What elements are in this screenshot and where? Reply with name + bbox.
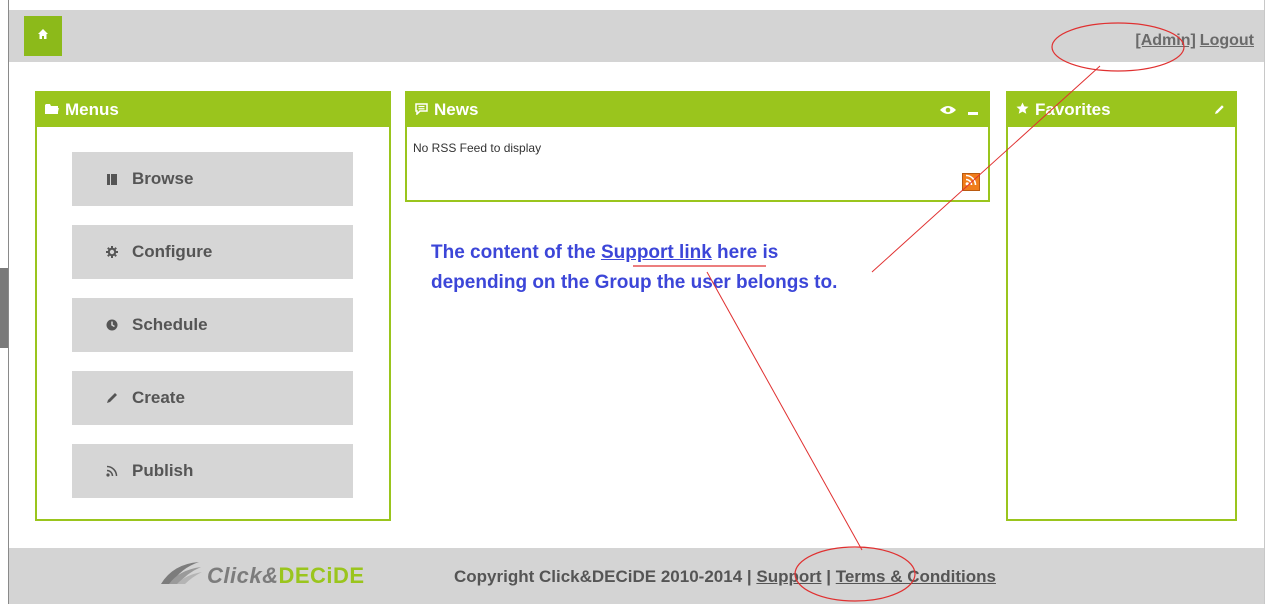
browse-label: Browse (132, 169, 194, 188)
top-bar: [Admin] Logout (9, 10, 1264, 62)
admin-link[interactable]: [Admin] (1135, 32, 1195, 49)
logo-text-click: Click& (207, 562, 279, 588)
annotation-line-2: depending on the Group the user belongs … (431, 272, 838, 293)
favorites-tools (1214, 93, 1225, 127)
rss-feed-icon (965, 173, 977, 191)
frame-border-left (8, 0, 9, 604)
news-empty-text: No RSS Feed to display (413, 141, 542, 155)
annotation-note: The content of the Support link here is … (431, 238, 991, 298)
news-title: News (434, 100, 479, 119)
copyright-text: Copyright Click&DECiDE 2010-2014 | (454, 567, 757, 586)
home-icon (37, 27, 49, 45)
favorites-panel-header: Favorites (1008, 93, 1235, 127)
browse-button[interactable]: Browse (72, 152, 353, 206)
news-tools (940, 93, 978, 127)
menus-panel-header: Menus (37, 93, 389, 127)
edit-icon[interactable] (1214, 100, 1225, 120)
news-panel-header: News (407, 93, 988, 127)
terms-link[interactable]: Terms & Conditions (836, 567, 996, 586)
schedule-label: Schedule (132, 315, 208, 334)
home-button[interactable] (24, 16, 62, 56)
publish-label: Publish (132, 461, 194, 480)
schedule-button[interactable]: Schedule (72, 298, 353, 352)
support-callout-line (706, 271, 863, 551)
footer-separator: | (821, 567, 836, 586)
footer-links: Copyright Click&DECiDE 2010-2014 | Suppo… (454, 567, 996, 587)
logo-swoosh-icon (159, 560, 203, 591)
menus-title: Menus (65, 100, 119, 119)
star-icon (1016, 100, 1029, 120)
user-links: [Admin] Logout (1135, 32, 1254, 50)
pencil-icon (104, 392, 120, 404)
collapse-icon[interactable] (968, 100, 978, 120)
logout-link[interactable]: Logout (1200, 32, 1254, 49)
configure-button[interactable]: Configure (72, 225, 353, 279)
favorites-title: Favorites (1035, 100, 1111, 119)
annotation-text-before: The content of the (431, 242, 601, 263)
publish-button[interactable]: Publish (72, 444, 353, 498)
menus-panel: Menus Browse Configure Schedule Create P… (35, 91, 391, 521)
logo-text-decide: DECiDE (278, 562, 365, 588)
footer: Click&DECiDE Copyright Click&DECiDE 2010… (9, 548, 1264, 604)
chat-icon (415, 100, 428, 120)
rss-icon (104, 465, 120, 477)
clock-icon (104, 319, 120, 331)
annotation-text-after: here is (711, 242, 779, 263)
create-button[interactable]: Create (72, 371, 353, 425)
annotation-support-link-text: Support link (600, 242, 712, 263)
favorites-panel: Favorites (1006, 91, 1237, 521)
support-link[interactable]: Support (756, 567, 821, 586)
logo-text: Click&DECiDE (207, 563, 365, 589)
create-label: Create (132, 388, 185, 407)
folder-icon (45, 100, 59, 120)
news-panel: News No RSS Feed to display (405, 91, 990, 202)
eye-icon[interactable] (940, 100, 956, 120)
logo: Click&DECiDE (159, 560, 365, 591)
list-icon (104, 173, 120, 185)
gear-icon (104, 246, 120, 258)
rss-feed-button[interactable] (962, 173, 980, 191)
annotation-line-1: The content of the Support link here is (431, 238, 991, 268)
configure-label: Configure (132, 242, 213, 261)
scroll-indicator[interactable] (0, 268, 8, 348)
